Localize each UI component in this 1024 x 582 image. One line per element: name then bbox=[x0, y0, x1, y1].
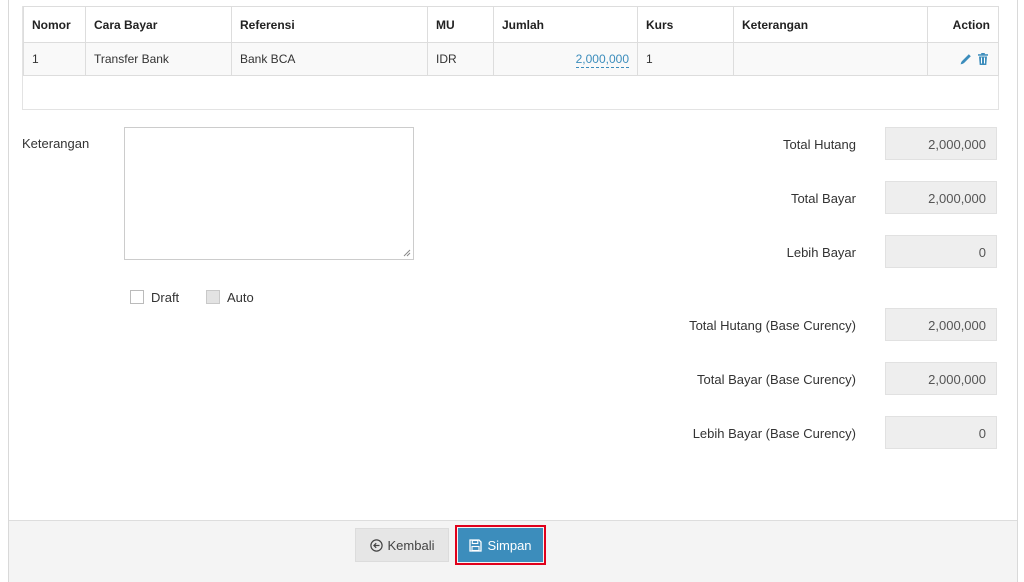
resize-grip-icon[interactable] bbox=[403, 249, 411, 257]
floppy-disk-icon bbox=[469, 538, 483, 552]
total-hutang-base-field: 2,000,000 bbox=[885, 308, 997, 341]
total-hutang-field: 2,000,000 bbox=[885, 127, 997, 160]
back-button[interactable]: Kembali bbox=[355, 528, 449, 562]
form-footer: Kembali Simpan bbox=[9, 520, 1017, 582]
table-header-row: Nomor Cara Bayar Referensi MU Jumlah Kur… bbox=[23, 6, 999, 43]
keterangan-label: Keterangan bbox=[22, 136, 90, 151]
draft-label: Draft bbox=[151, 290, 180, 305]
cell-jumlah: 2,000,000 bbox=[493, 42, 638, 76]
cell-cara-bayar: Transfer Bank bbox=[85, 42, 232, 76]
total-bayar-field: 2,000,000 bbox=[885, 181, 997, 214]
lebih-bayar-label: Lebih Bayar bbox=[786, 245, 856, 260]
col-nomor: Nomor bbox=[23, 6, 86, 43]
trash-icon[interactable] bbox=[976, 52, 990, 66]
auto-checkbox[interactable] bbox=[206, 290, 220, 304]
cell-referensi: Bank BCA bbox=[231, 42, 428, 76]
keterangan-textarea[interactable] bbox=[124, 127, 414, 260]
save-button-label: Simpan bbox=[487, 537, 532, 553]
lebih-bayar-base-label: Lebih Bayar (Base Curency) bbox=[692, 426, 856, 441]
total-bayar-label: Total Bayar bbox=[790, 191, 856, 206]
pencil-icon[interactable] bbox=[959, 52, 973, 66]
circle-arrow-left-icon bbox=[369, 538, 383, 552]
col-kurs: Kurs bbox=[637, 6, 734, 43]
lebih-bayar-field: 0 bbox=[885, 235, 997, 268]
col-cara-bayar: Cara Bayar bbox=[85, 6, 232, 43]
cell-action bbox=[927, 42, 999, 76]
col-jumlah: Jumlah bbox=[493, 6, 638, 43]
cell-nomor: 1 bbox=[23, 42, 86, 76]
auto-label: Auto bbox=[227, 290, 254, 305]
col-mu: MU bbox=[427, 6, 494, 43]
col-keterangan: Keterangan bbox=[733, 6, 928, 43]
cell-kurs: 1 bbox=[637, 42, 734, 76]
draft-checkbox[interactable] bbox=[130, 290, 144, 304]
back-button-label: Kembali bbox=[387, 537, 435, 553]
payment-table-container: Nomor Cara Bayar Referensi MU Jumlah Kur… bbox=[22, 6, 999, 110]
payment-table: Nomor Cara Bayar Referensi MU Jumlah Kur… bbox=[23, 6, 999, 76]
cell-keterangan bbox=[733, 42, 928, 76]
total-hutang-base-label: Total Hutang (Base Curency) bbox=[689, 318, 856, 333]
lebih-bayar-base-field: 0 bbox=[885, 416, 997, 449]
cell-mu: IDR bbox=[427, 42, 494, 76]
jumlah-editable[interactable]: 2,000,000 bbox=[575, 52, 629, 68]
col-referensi: Referensi bbox=[231, 6, 428, 43]
save-button[interactable]: Simpan bbox=[455, 525, 546, 565]
total-hutang-label: Total Hutang bbox=[783, 137, 856, 152]
col-action: Action bbox=[927, 6, 999, 43]
total-bayar-base-label: Total Bayar (Base Curency) bbox=[697, 372, 856, 387]
total-bayar-base-field: 2,000,000 bbox=[885, 362, 997, 395]
table-row: 1 Transfer Bank Bank BCA IDR 2,000,000 1 bbox=[23, 42, 999, 76]
